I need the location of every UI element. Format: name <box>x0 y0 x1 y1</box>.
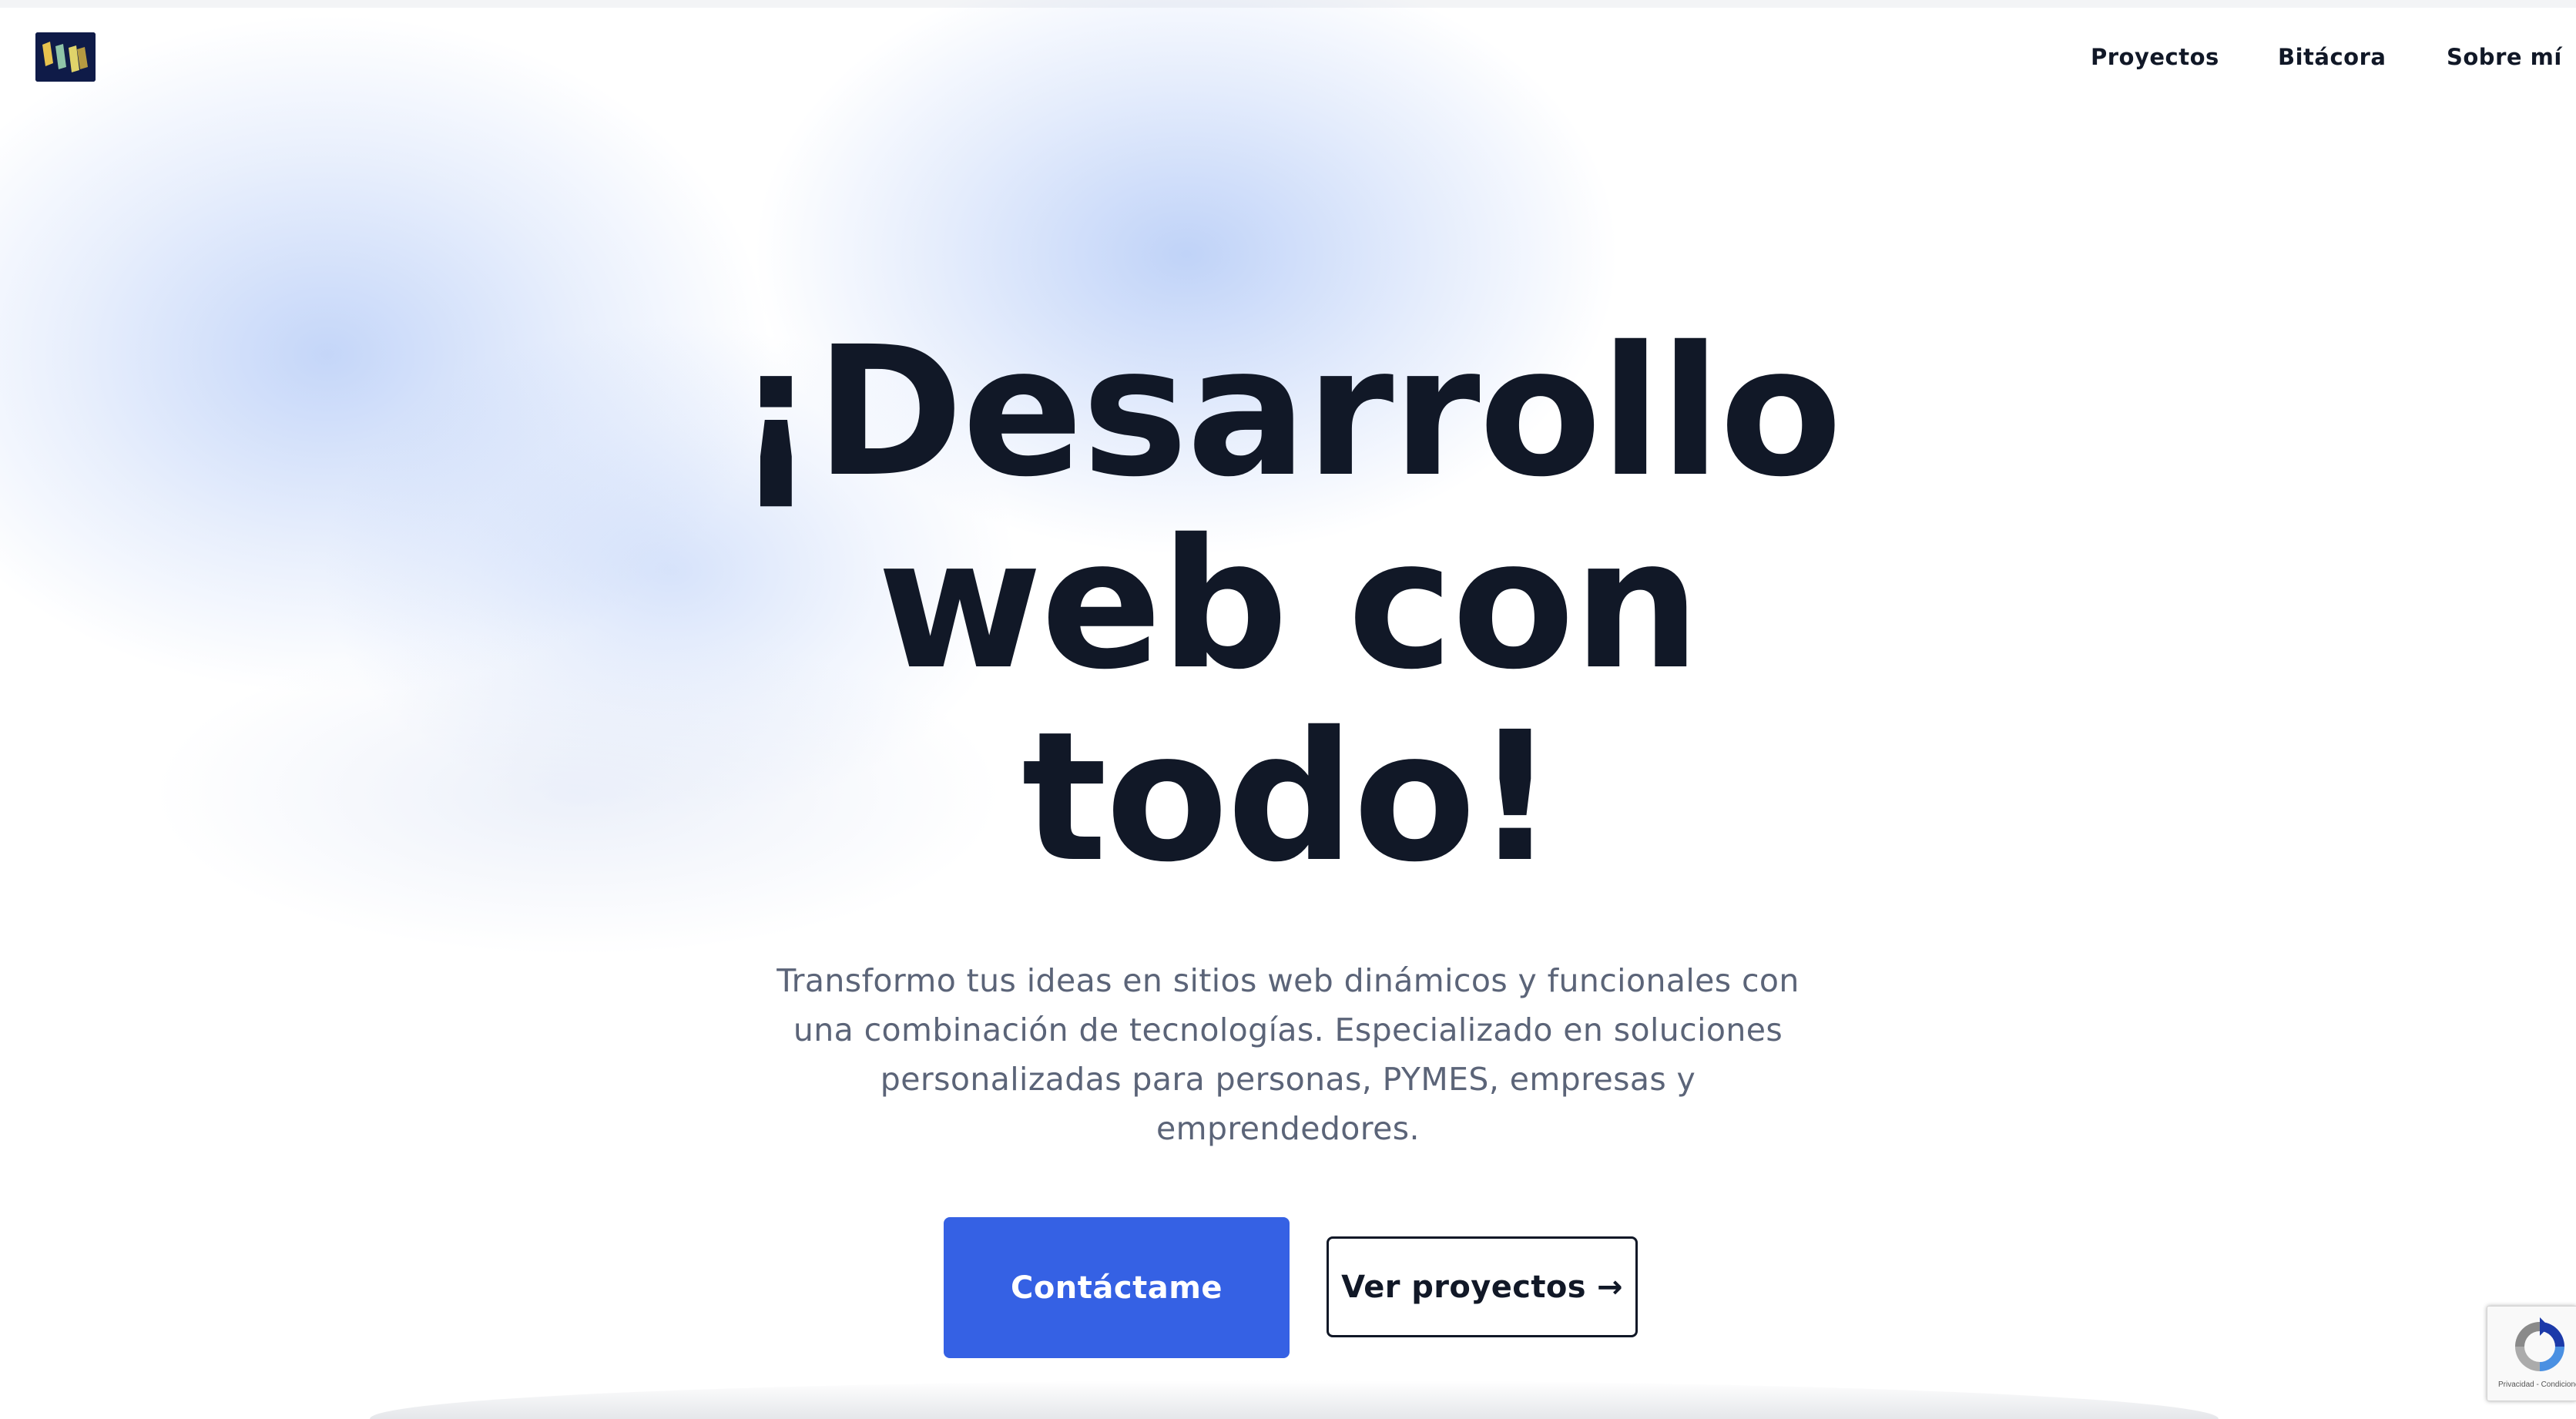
view-projects-button[interactable]: Ver proyectos → <box>1327 1236 1638 1337</box>
hero-title: ¡Desarrollo web con todo! <box>518 316 2058 894</box>
recaptcha-badge[interactable]: Privacidad - Condiciones <box>2487 1306 2576 1401</box>
hero-description-line: una combinación de tecnologías. Especial… <box>793 1011 1783 1048</box>
nav-item-bitacora[interactable]: Bitácora <box>2278 40 2386 74</box>
hero-description-line: Transformo tus ideas en sitios web dinám… <box>776 962 1800 999</box>
recaptcha-footer-text: Privacidad - Condiciones <box>2498 1380 2576 1389</box>
arrow-right-icon: → <box>1597 1269 1623 1305</box>
hero-description: Transformo tus ideas en sitios web dinám… <box>749 956 1827 1153</box>
nav-item-sobre-mi[interactable]: Sobre mí <box>2447 40 2562 74</box>
hero-title-line: web con <box>877 501 1701 709</box>
contact-button[interactable]: Contáctame <box>944 1217 1290 1358</box>
top-strip <box>0 0 2576 8</box>
logo-link[interactable] <box>35 32 96 82</box>
hero-title-line: todo! <box>1021 693 1556 901</box>
hero-title-line: ¡Desarrollo <box>735 308 1842 516</box>
hero-description-line: emprendedores. <box>1156 1110 1420 1147</box>
nav-item-proyectos[interactable]: Proyectos <box>2091 40 2219 74</box>
recaptcha-icon <box>2515 1317 2564 1371</box>
hero-description-line: personalizadas para personas, PYMES, emp… <box>880 1061 1696 1098</box>
section-shadow <box>370 1380 2219 1419</box>
view-projects-label: Ver proyectos <box>1341 1269 1586 1305</box>
logo-icon <box>35 32 96 82</box>
